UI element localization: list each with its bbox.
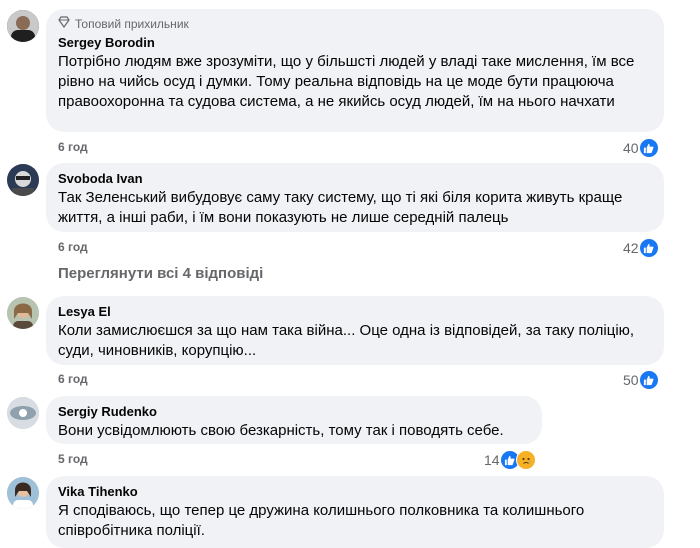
reaction-count[interactable]: 40: [623, 138, 659, 158]
comment-bubble: Sergiy Rudenko Вони усвідомлюють свою бе…: [46, 396, 542, 444]
avatar[interactable]: [7, 397, 39, 429]
comment-bubble: Топовий прихильник Sergey Borodin Потріб…: [46, 9, 664, 132]
comment-bubble: Lesya El Коли замислюєшся за що нам така…: [46, 296, 664, 365]
avatar[interactable]: [7, 164, 39, 196]
reaction-count[interactable]: 42: [623, 238, 659, 258]
comment-text: Потрібно людям вже зрозуміти, що у більш…: [58, 53, 635, 110]
comment-time[interactable]: 6 год: [58, 372, 88, 386]
comment-author[interactable]: Sergey Borodin: [58, 34, 652, 51]
comment-text: Коли замислюєшся за що нам така війна...…: [58, 322, 635, 359]
thumbs-up-icon: [638, 370, 659, 390]
view-replies-link[interactable]: Переглянути всі 4 відповіді: [58, 265, 263, 282]
comment-text: Так Зеленський вибудовує саму таку систе…: [58, 189, 623, 226]
comment-bubble: Svoboda Ivan Так Зеленський вибудовує са…: [46, 163, 664, 232]
avatar[interactable]: [7, 10, 39, 42]
comment-author[interactable]: Vika Tihenko: [58, 483, 652, 500]
reaction-count[interactable]: 14: [484, 450, 536, 470]
diamond-icon: [58, 16, 70, 31]
sad-face-icon: [515, 450, 536, 470]
reaction-count[interactable]: 50: [623, 370, 659, 390]
comment-time[interactable]: 5 год: [58, 452, 88, 466]
avatar[interactable]: [7, 477, 39, 509]
comment-author[interactable]: Sergiy Rudenko: [58, 403, 530, 420]
comment-text: Вони усвідомлюють свою безкарність, тому…: [58, 422, 504, 439]
comment-author[interactable]: Svoboda Ivan: [58, 170, 652, 187]
comment-time[interactable]: 6 год: [58, 240, 88, 254]
comment-bubble: Vika Tihenko Я сподіваюсь, що тепер це д…: [46, 476, 664, 548]
top-fan-badge: Топовий прихильник: [58, 16, 652, 31]
comment-text: Я сподіваюсь, що тепер це дружина колишн…: [58, 502, 585, 539]
comment-author[interactable]: Lesya El: [58, 303, 652, 320]
avatar[interactable]: [7, 297, 39, 329]
comment-time[interactable]: 6 год: [58, 140, 88, 154]
thumbs-up-icon: [638, 138, 659, 158]
thumbs-up-icon: [638, 238, 659, 258]
